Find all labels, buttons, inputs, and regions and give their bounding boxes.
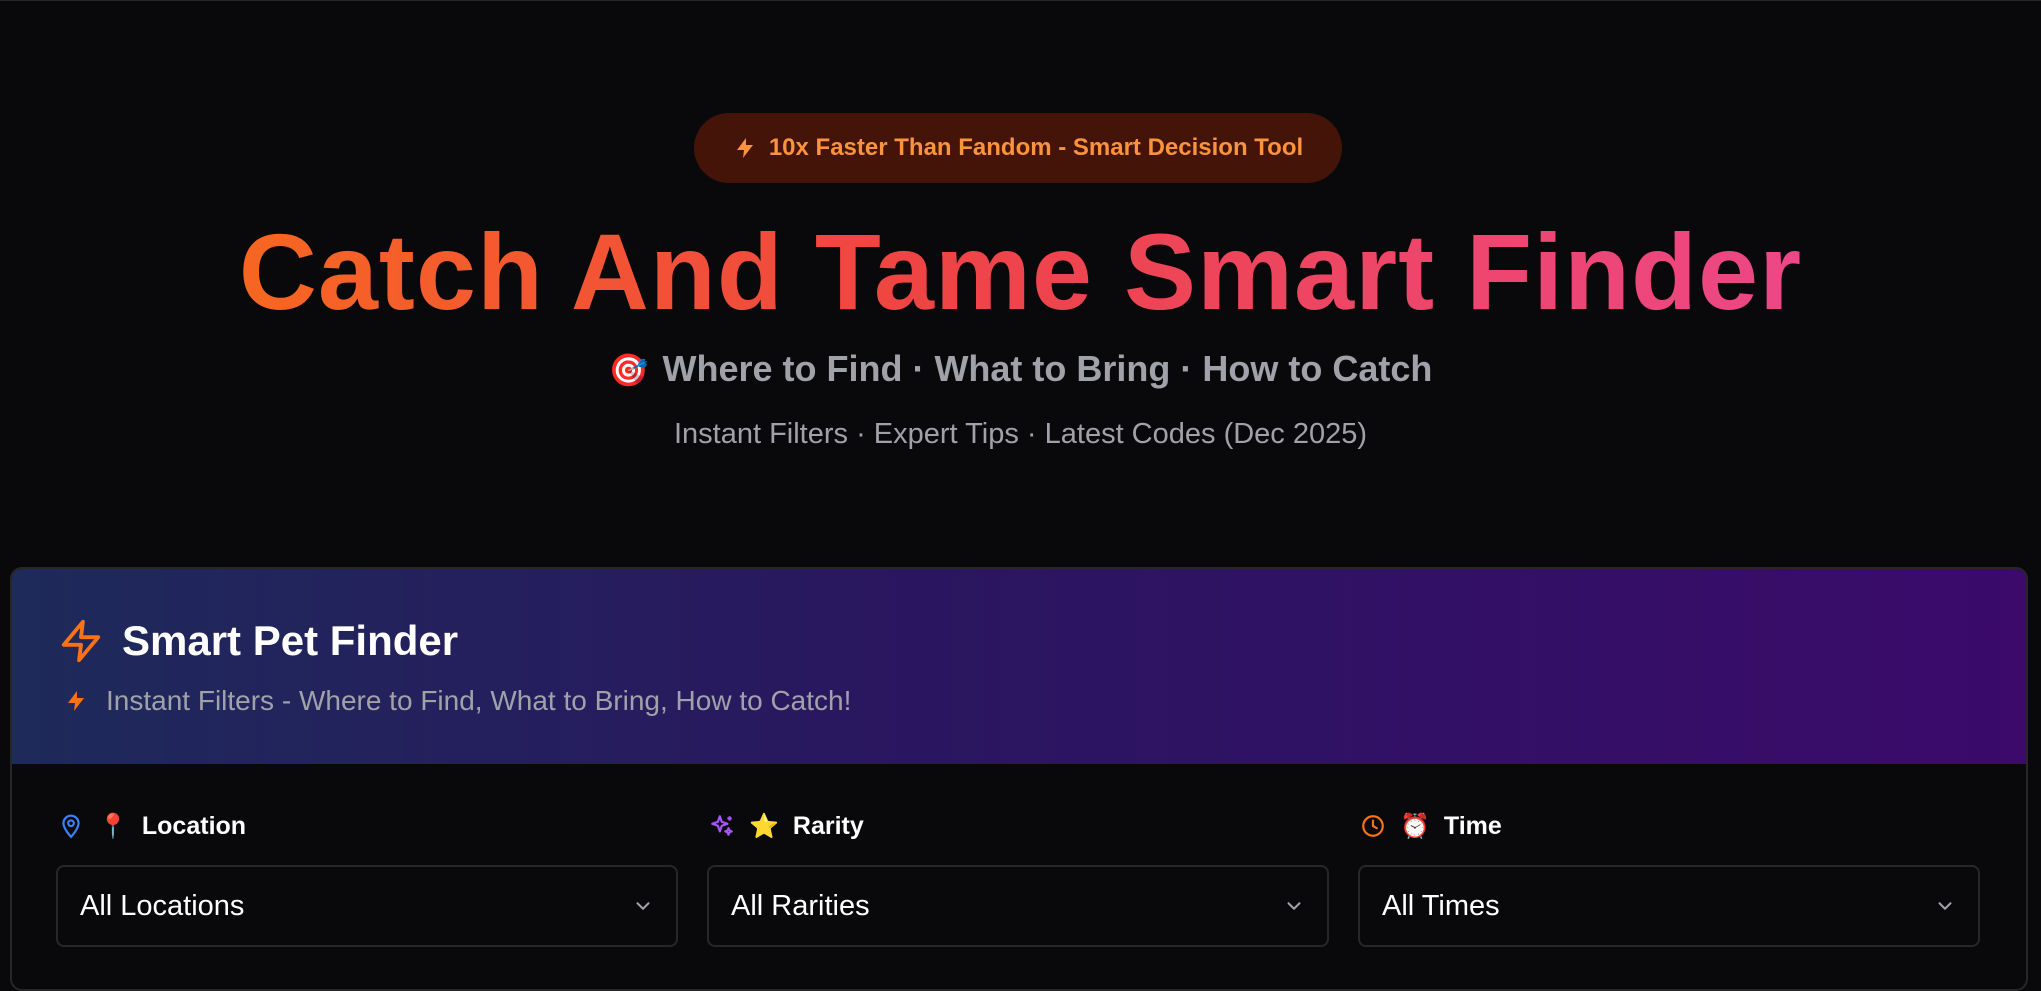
top-border: [0, 0, 2041, 1]
speed-badge: 10x Faster Than Fandom - Smart Decision …: [694, 113, 1342, 183]
chevron-down-icon: [1938, 902, 1952, 910]
finder-header: Smart Pet Finder Instant Filters - Where…: [12, 569, 2026, 764]
rarity-filter: ⭐ Rarity All Rarities: [707, 809, 1329, 947]
subtitle-text: Where to Find · What to Bring · How to C…: [662, 348, 1433, 389]
page-title: Catch And Tame Smart Finder: [0, 212, 2041, 332]
finder-description-text: Instant Filters - Where to Find, What to…: [106, 685, 852, 716]
location-label: 📍 Location: [56, 809, 678, 843]
time-label: ⏰ Time: [1358, 809, 1980, 843]
smart-pet-finder-card: Smart Pet Finder Instant Filters - Where…: [10, 567, 2028, 991]
time-select-value: All Times: [1382, 889, 1500, 922]
location-label-text: Location: [141, 811, 247, 840]
chevron-down-icon: [636, 902, 650, 910]
sparkles-icon: [711, 815, 733, 836]
location-filter: 📍 Location All Locations: [56, 809, 678, 947]
location-select[interactable]: All Locations: [56, 865, 678, 947]
page-subtitle: 🎯 Where to Find · What to Bring · How to …: [0, 346, 2041, 393]
target-icon: 🎯: [608, 352, 649, 388]
location-select-value: All Locations: [80, 889, 245, 922]
finder-title: Smart Pet Finder: [58, 617, 458, 665]
chevron-down-icon: [1287, 902, 1301, 910]
zap-outline-icon: [61, 619, 101, 663]
finder-description: Instant Filters - Where to Find, What to…: [64, 685, 851, 717]
page-tagline: Instant Filters · Expert Tips · Latest C…: [673, 418, 1368, 450]
lightning-icon: [68, 691, 84, 711]
rarity-label-text: Rarity: [792, 811, 864, 840]
rarity-label: ⭐ Rarity: [707, 809, 1329, 843]
map-pin-icon: [62, 814, 80, 839]
star-icon: ⭐: [749, 812, 779, 840]
rarity-select-value: All Rarities: [731, 889, 870, 922]
time-filter: ⏰ Time All Times: [1358, 809, 1980, 947]
badge-label: 10x Faster Than Fandom - Smart Decision …: [768, 134, 1304, 161]
lightning-icon: [736, 138, 753, 158]
pushpin-icon: 📍: [98, 812, 128, 840]
alarm-clock-icon: ⏰: [1400, 812, 1430, 840]
finder-title-text: Smart Pet Finder: [122, 617, 459, 664]
clock-icon: [1362, 815, 1384, 837]
time-select[interactable]: All Times: [1358, 865, 1980, 947]
rarity-select[interactable]: All Rarities: [707, 865, 1329, 947]
time-label-text: Time: [1443, 811, 1502, 840]
